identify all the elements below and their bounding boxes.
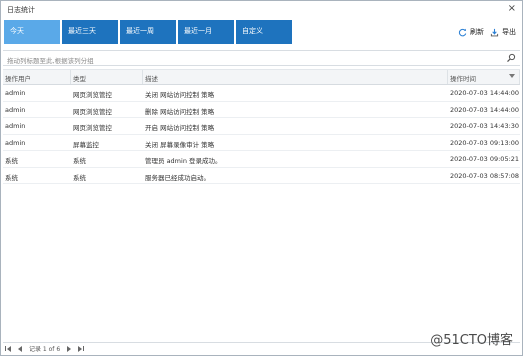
- previous-page-icon[interactable]: [16, 345, 23, 352]
- group-by-bar[interactable]: 拖动列标题至此,根据该列分组: [3, 50, 520, 66]
- cell-user: admin: [5, 122, 26, 130]
- cell-description: 服务器已经成功启动。: [145, 173, 210, 182]
- refresh-button[interactable]: 刷新: [458, 27, 484, 37]
- cell-type: 网页浏览管控: [73, 107, 112, 116]
- group-by-placeholder: 拖动列标题至此,根据该列分组: [7, 57, 94, 65]
- cell-description: 关闭 网站访问控制 策略: [145, 91, 215, 99]
- table-row[interactable]: admin 网页浏览管控 删除 网站访问控制 策略 2020-07-03 14:…: [3, 102, 520, 118]
- cell-type: 系统: [73, 157, 86, 165]
- tab-last-three-days[interactable]: 最近三天: [62, 20, 118, 44]
- cell-type: 系统: [73, 173, 86, 182]
- cell-description: 管理员 admin 登录成功。: [145, 157, 222, 165]
- tab-today[interactable]: 今天: [4, 20, 60, 44]
- table-header: 操作用户 类型 描述 操作时间: [3, 69, 520, 85]
- cell-type: 网页浏览管控: [73, 124, 112, 132]
- cell-type: 屏幕监控: [73, 140, 99, 149]
- first-page-icon[interactable]: [5, 345, 12, 352]
- cell-description: 开启 网站访问控制 策略: [145, 124, 215, 132]
- search-icon[interactable]: [506, 53, 516, 63]
- cell-user: admin: [5, 89, 26, 97]
- sort-descending-icon: [509, 74, 515, 78]
- tab-last-month[interactable]: 最近一月: [178, 20, 234, 44]
- cell-user: 系统: [5, 173, 18, 182]
- close-icon[interactable]: ×: [508, 3, 516, 14]
- cell-time: 2020-07-03 14:43:30: [450, 122, 520, 130]
- export-button[interactable]: 导出: [490, 27, 516, 37]
- cell-user: 系统: [5, 157, 18, 165]
- table-row[interactable]: admin 网页浏览管控 开启 网站访问控制 策略 2020-07-03 14:…: [3, 118, 520, 135]
- cell-description: 关闭 屏幕录像审计 策略: [145, 140, 215, 149]
- table-row[interactable]: admin 屏幕监控 关闭 屏幕录像审计 策略 2020-07-03 09:13…: [3, 135, 520, 151]
- window-title: 日志统计: [7, 6, 35, 14]
- tab-last-week[interactable]: 最近一周: [120, 20, 176, 44]
- cell-time: 2020-07-03 08:57:08: [450, 171, 520, 180]
- table-row[interactable]: 系统 系统 管理员 admin 登录成功。 2020-07-03 09:05:2…: [3, 151, 520, 168]
- last-page-icon[interactable]: [77, 345, 85, 352]
- export-label: 导出: [502, 28, 516, 36]
- next-page-icon[interactable]: [66, 345, 73, 352]
- column-header-time-label: 操作时间: [450, 75, 476, 83]
- record-count: 记录 1 of 6: [29, 346, 61, 353]
- cell-time: 2020-07-03 09:13:00: [450, 138, 520, 147]
- column-header-description[interactable]: 描述: [143, 70, 448, 84]
- table-row[interactable]: 系统 系统 服务器已经成功启动。 2020-07-03 08:57:08: [3, 168, 520, 184]
- log-table: 操作用户 类型 描述 操作时间 admin 网页浏览管控 关闭 网站访问控制 策…: [3, 69, 520, 184]
- toolbar: 刷新 导出: [458, 27, 516, 37]
- cell-time: 2020-07-03 14:44:00: [450, 105, 520, 114]
- refresh-icon: [458, 28, 467, 36]
- cell-description: 删除 网站访问控制 策略: [145, 107, 215, 116]
- watermark: @51CTO博客: [430, 333, 513, 348]
- table-row[interactable]: admin 网页浏览管控 关闭 网站访问控制 策略 2020-07-03 14:…: [3, 85, 520, 102]
- column-header-type[interactable]: 类型: [71, 70, 143, 84]
- title-bar: 日志统计 ×: [1, 1, 522, 17]
- export-icon: [490, 28, 499, 36]
- tab-custom[interactable]: 自定义: [236, 20, 292, 44]
- cell-user: admin: [5, 105, 26, 114]
- cell-user: admin: [5, 138, 26, 147]
- cell-type: 网页浏览管控: [73, 91, 112, 99]
- refresh-label: 刷新: [470, 28, 484, 36]
- log-statistics-window: 日志统计 × 今天 最近三天 最近一周 最近一月 自定义 刷新 导出 拖动列标题…: [0, 0, 523, 356]
- column-header-time[interactable]: 操作时间: [448, 70, 520, 84]
- cell-time: 2020-07-03 09:05:21: [450, 155, 520, 163]
- date-range-tabs: 今天 最近三天 最近一周 最近一月 自定义: [4, 20, 294, 44]
- column-header-user[interactable]: 操作用户: [3, 70, 71, 84]
- cell-time: 2020-07-03 14:44:00: [450, 89, 520, 97]
